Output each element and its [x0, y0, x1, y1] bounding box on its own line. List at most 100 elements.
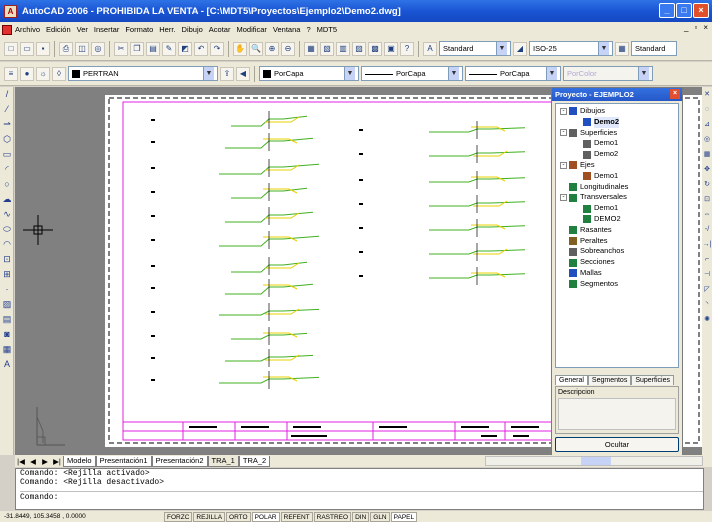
layer-select[interactable]: PERTRAN ▼: [68, 66, 218, 81]
tree-node[interactable]: Longitudinales: [556, 182, 678, 193]
publish-icon[interactable]: ◎: [91, 41, 105, 56]
status-toggle-forzc[interactable]: FORZC: [164, 511, 193, 522]
table-style-select[interactable]: Standard: [631, 41, 677, 56]
tab-tra2[interactable]: TRA_2: [238, 455, 271, 467]
redo-icon[interactable]: ↷: [210, 41, 224, 56]
rectangle-icon[interactable]: ▭: [0, 147, 14, 162]
layer-previous-icon[interactable]: ◀: [236, 66, 250, 81]
sheet-set-icon[interactable]: ▨: [352, 41, 366, 56]
prev-tab-icon[interactable]: ◀: [27, 457, 39, 466]
menu-edicion[interactable]: Edición: [46, 25, 71, 34]
expand-toggle-icon[interactable]: -: [560, 129, 567, 137]
menu-herr[interactable]: Herr.: [159, 25, 175, 34]
layer-freeze-icon[interactable]: ☼: [36, 66, 50, 81]
insert-block-icon[interactable]: ⊡: [0, 252, 14, 267]
color-select[interactable]: PorCapa ▼: [259, 66, 359, 81]
table-style-icon[interactable]: ▦: [615, 41, 629, 56]
cut-icon[interactable]: ✂: [114, 41, 128, 56]
layer-on-icon[interactable]: ●: [20, 66, 34, 81]
menu-acotar[interactable]: Acotar: [209, 25, 231, 34]
offset-icon[interactable]: ◎: [702, 132, 712, 147]
ellipse-arc-icon[interactable]: ◠: [0, 237, 14, 252]
expand-toggle-icon[interactable]: [574, 173, 581, 180]
hide-button[interactable]: Ocultar: [555, 437, 679, 452]
dim-style-select[interactable]: ISO-25 ▼: [529, 41, 613, 56]
menu-formato[interactable]: Formato: [125, 25, 153, 34]
block-editor-icon[interactable]: ◩: [178, 41, 192, 56]
array-icon[interactable]: ▦: [702, 147, 712, 162]
expand-toggle-icon[interactable]: -: [560, 194, 567, 202]
menu-mdt5[interactable]: MDT5: [317, 25, 337, 34]
maximize-button[interactable]: □: [676, 3, 692, 18]
join-icon[interactable]: ⊣: [702, 267, 712, 282]
gradient-icon[interactable]: ▤: [0, 312, 14, 327]
point-icon[interactable]: ·: [0, 282, 14, 297]
tab-segmentos[interactable]: Segmentos: [587, 375, 632, 385]
zoom-window-icon[interactable]: ⊕: [265, 41, 279, 56]
tree-node[interactable]: Demo2: [556, 149, 678, 160]
tree-node[interactable]: Peraltes: [556, 236, 678, 247]
autocad-app-icon[interactable]: A: [4, 4, 17, 18]
lineweight-select[interactable]: PorCapa ▼: [465, 66, 561, 81]
layer-manager-icon[interactable]: ≡: [4, 66, 18, 81]
doc-minimize-button[interactable]: _: [684, 23, 688, 32]
expand-toggle-icon[interactable]: [560, 227, 567, 234]
copy-icon[interactable]: ❐: [130, 41, 144, 56]
save-icon[interactable]: ▪: [36, 41, 50, 56]
zoom-realtime-icon[interactable]: 🔍: [249, 41, 263, 56]
linetype-select[interactable]: PorCapa ▼: [361, 66, 463, 81]
status-toggle-polar[interactable]: POLAR: [251, 511, 280, 522]
make-current-layer-icon[interactable]: ⇪: [220, 66, 234, 81]
menu-dibujo[interactable]: Dibujo: [182, 25, 203, 34]
arc-icon[interactable]: ◜: [0, 162, 14, 177]
minimize-button[interactable]: _: [659, 3, 675, 18]
preview-icon[interactable]: ◫: [75, 41, 89, 56]
tree-node[interactable]: Demo2: [556, 116, 678, 128]
break-icon[interactable]: ⌐: [702, 252, 712, 267]
status-toggle-orto[interactable]: ORTO: [226, 511, 251, 522]
panel-close-icon[interactable]: ×: [670, 89, 680, 99]
expand-toggle-icon[interactable]: -: [560, 107, 567, 115]
menu-ver[interactable]: Ver: [77, 25, 88, 34]
multiline-text-icon[interactable]: A: [0, 357, 14, 372]
menu-ventana[interactable]: Ventana: [273, 25, 301, 34]
chamfer-icon[interactable]: ◸: [702, 282, 712, 297]
expand-toggle-icon[interactable]: [574, 205, 581, 212]
expand-toggle-icon[interactable]: [560, 281, 567, 288]
rotate-icon[interactable]: ↻: [702, 177, 712, 192]
expand-toggle-icon[interactable]: [574, 119, 581, 126]
panel-title-bar[interactable]: Proyecto - EJEMPLO2 ×: [552, 88, 682, 101]
status-toggle-refent[interactable]: REFENT: [280, 511, 313, 522]
pan-icon[interactable]: ✋: [233, 41, 247, 56]
move-icon[interactable]: ✥: [702, 162, 712, 177]
expand-toggle-icon[interactable]: [560, 237, 567, 244]
tree-node[interactable]: Demo1: [556, 203, 678, 214]
status-toggle-din[interactable]: DIN: [352, 511, 370, 522]
next-tab-icon[interactable]: ▶: [39, 457, 51, 466]
scale-icon[interactable]: ⊡: [702, 192, 712, 207]
print-icon[interactable]: ⎙: [59, 41, 73, 56]
trim-icon[interactable]: -/: [702, 222, 712, 237]
tab-presentacion2[interactable]: Presentación2: [151, 455, 208, 467]
tab-modelo[interactable]: Modelo: [63, 455, 96, 467]
tree-node[interactable]: - Transversales: [556, 192, 678, 203]
fillet-icon[interactable]: ◝: [702, 297, 712, 312]
expand-toggle-icon[interactable]: -: [560, 161, 567, 169]
copy-object-icon[interactable]: ◌: [702, 102, 712, 117]
text-style-icon[interactable]: A: [423, 41, 437, 56]
status-toggle-rejilla[interactable]: REJILLA: [193, 511, 226, 522]
calculator-icon[interactable]: ▣: [384, 41, 398, 56]
menu-ayuda[interactable]: ?: [306, 25, 310, 34]
menu-archivo[interactable]: Archivo: [15, 25, 40, 34]
scroll-thumb[interactable]: [581, 457, 611, 465]
open-icon[interactable]: ▭: [20, 41, 34, 56]
make-block-icon[interactable]: ⊞: [0, 267, 14, 282]
match-properties-icon[interactable]: ✎: [162, 41, 176, 56]
tree-node[interactable]: Rasantes: [556, 225, 678, 236]
expand-toggle-icon[interactable]: [560, 248, 567, 255]
tree-node[interactable]: Sobreanchos: [556, 246, 678, 257]
expand-toggle-icon[interactable]: [560, 270, 567, 277]
table-icon[interactable]: ▦: [0, 342, 14, 357]
doc-restore-button[interactable]: ▫: [694, 23, 697, 32]
tree-node[interactable]: Segmentos: [556, 279, 678, 290]
